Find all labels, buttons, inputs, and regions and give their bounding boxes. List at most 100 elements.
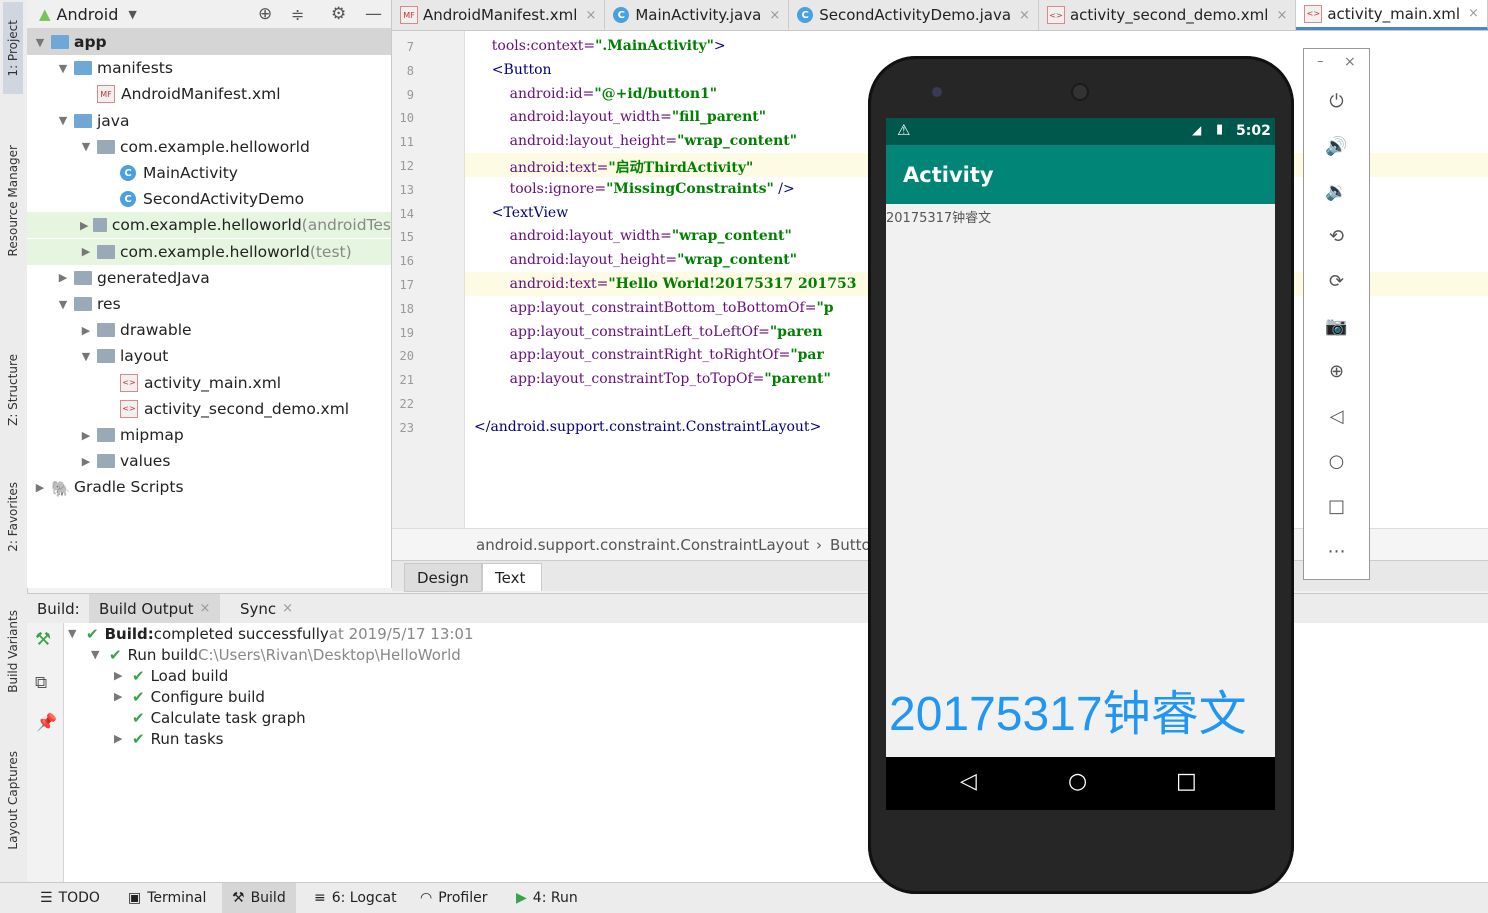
- tree-item[interactable]: ▼ app: [27, 29, 391, 55]
- tree-item[interactable]: <> activity_main.xml: [27, 370, 391, 396]
- tree-item[interactable]: ▶ drawable: [27, 317, 391, 343]
- home-icon[interactable]: ○: [1304, 446, 1369, 476]
- tree-item[interactable]: ▼ com.example.helloworld: [27, 134, 391, 160]
- chevron-right-icon[interactable]: ▶: [56, 271, 70, 284]
- build-variants-tool-tab[interactable]: Build Variants: [3, 596, 23, 706]
- volume-down-icon[interactable]: 🔉: [1304, 176, 1369, 206]
- chevron-down-icon[interactable]: ▼: [91, 648, 109, 661]
- chevron-right-icon[interactable]: ▶: [79, 324, 93, 337]
- close-icon[interactable]: ×: [585, 8, 596, 23]
- tree-item[interactable]: C SecondActivityDemo: [27, 186, 391, 212]
- overview-icon[interactable]: □: [1304, 491, 1369, 521]
- zoom-icon[interactable]: ⊕: [1304, 356, 1369, 386]
- profiler-button[interactable]: ◠ Profiler: [420, 883, 488, 913]
- chevron-right-icon[interactable]: ▶: [79, 429, 93, 442]
- tree-item[interactable]: ▶ com.example.helloworld (test): [27, 238, 391, 265]
- close-icon[interactable]: ×: [200, 601, 211, 616]
- tab-design[interactable]: Design: [404, 563, 482, 592]
- chevron-right-icon[interactable]: ▶: [79, 455, 93, 468]
- breadcrumb-child[interactable]: Butto: [830, 536, 871, 554]
- editor-tab[interactable]: C MainActivity.java ×: [605, 0, 790, 30]
- build-row[interactable]: ✔ Calculate task graph: [114, 707, 306, 728]
- terminal-button[interactable]: ▣ Terminal: [128, 883, 206, 913]
- tree-item-label: activity_main.xml: [144, 373, 282, 392]
- tree-item[interactable]: ▶ com.example.helloworld (androidTes: [27, 212, 391, 239]
- chevron-down-icon[interactable]: ▼: [56, 62, 70, 75]
- build-row[interactable]: ▶ ✔ Run tasks: [114, 728, 224, 749]
- tree-item[interactable]: ▶ generatedJava: [27, 265, 391, 291]
- tree-item[interactable]: ▶ mipmap: [27, 422, 391, 448]
- tab-text[interactable]: Text: [482, 563, 542, 591]
- todo-button[interactable]: ☰ TODO: [40, 883, 100, 913]
- home-icon[interactable]: ○: [1068, 769, 1087, 794]
- run-button[interactable]: ▶ 4: Run: [516, 883, 578, 913]
- tree-item[interactable]: MF AndroidManifest.xml: [27, 81, 391, 107]
- editor-tab[interactable]: <> activity_main.xml ×: [1296, 0, 1488, 30]
- chevron-right-icon[interactable]: ▶: [33, 481, 47, 494]
- tree-item[interactable]: ▼ res: [27, 291, 391, 317]
- chevron-down-icon[interactable]: ▼: [79, 350, 93, 363]
- logcat-button[interactable]: ≡ 6: Logcat: [314, 883, 397, 913]
- volume-up-icon[interactable]: 🔊: [1304, 131, 1369, 161]
- close-icon[interactable]: ×: [769, 8, 780, 23]
- chevron-down-icon[interactable]: ▼: [68, 627, 86, 640]
- pin-icon[interactable]: 📌: [36, 713, 57, 733]
- close-icon[interactable]: ×: [1276, 8, 1287, 23]
- back-icon[interactable]: ◁: [960, 769, 977, 794]
- chevron-right-icon[interactable]: ▶: [79, 245, 93, 258]
- emulator-screen[interactable]: ⚠ ◢ ▮ 5:02 Activity 20175317钟睿文 20175317…: [886, 118, 1275, 810]
- editor-tab[interactable]: C SecondActivityDemo.java ×: [789, 0, 1039, 30]
- toggle-view-icon[interactable]: ⧉: [35, 673, 47, 693]
- chevron-down-icon[interactable]: ▼: [56, 298, 70, 311]
- structure-tool-tab[interactable]: Z: Structure: [3, 340, 23, 440]
- hide-panel-icon[interactable]: —: [365, 4, 382, 24]
- chevron-right-icon[interactable]: ▶: [79, 219, 89, 232]
- resource-manager-tool-tab[interactable]: Resource Manager: [3, 128, 23, 273]
- camera-icon[interactable]: 📷: [1304, 311, 1369, 341]
- build-row[interactable]: ▼ ✔ Run build C:\Users\Rivan\Desktop\Hello…: [91, 644, 461, 665]
- tree-item[interactable]: ▼ manifests: [27, 55, 391, 81]
- project-view-selector[interactable]: Android: [57, 5, 119, 24]
- locate-icon[interactable]: ⊕: [258, 4, 272, 24]
- collapse-all-icon[interactable]: ≑: [291, 5, 304, 24]
- power-icon[interactable]: ⏻: [1304, 86, 1369, 116]
- chevron-right-icon[interactable]: ▶: [114, 669, 132, 682]
- breadcrumb-root[interactable]: android.support.constraint.ConstraintLay…: [476, 536, 809, 554]
- gear-icon[interactable]: ⚙: [331, 4, 346, 24]
- tree-item[interactable]: ▼ java: [27, 108, 391, 134]
- tab-sync[interactable]: Sync ×: [230, 594, 303, 623]
- back-icon[interactable]: ◁: [1304, 401, 1369, 431]
- more-icon[interactable]: ⋯: [1304, 536, 1369, 566]
- layout-captures-tool-tab[interactable]: Layout Captures: [3, 736, 23, 864]
- build-row[interactable]: ▶ ✔ Configure build: [114, 686, 265, 707]
- editor-tab[interactable]: <> activity_second_demo.xml ×: [1039, 0, 1297, 30]
- battery-icon: ▮: [1216, 122, 1224, 137]
- project-tool-tab[interactable]: 1: Project: [3, 2, 23, 94]
- tree-item[interactable]: ▼ layout: [27, 343, 391, 369]
- tree-item[interactable]: ▶ values: [27, 448, 391, 474]
- close-icon[interactable]: ×: [282, 601, 293, 616]
- build-row[interactable]: ▶ ✔ Load build: [114, 665, 228, 686]
- hammer-icon[interactable]: ⚒: [35, 629, 51, 650]
- build-button[interactable]: ⚒ Build: [222, 883, 296, 913]
- close-icon[interactable]: ×: [1019, 8, 1030, 23]
- close-icon[interactable]: ×: [1468, 6, 1479, 21]
- chevron-down-icon[interactable]: ▼: [33, 36, 47, 49]
- close-icon[interactable]: ×: [1344, 54, 1356, 70]
- tree-item[interactable]: <> activity_second_demo.xml: [27, 396, 391, 422]
- favorites-tool-tab[interactable]: 2: Favorites: [3, 468, 23, 566]
- rotate-left-icon[interactable]: ⟲: [1304, 221, 1369, 251]
- tab-build-output[interactable]: Build Output ×: [89, 594, 221, 623]
- tree-item[interactable]: C MainActivity: [27, 160, 391, 186]
- tree-item[interactable]: ▶ 🐘 Gradle Scripts: [27, 474, 391, 500]
- chevron-down-icon[interactable]: ▼: [128, 8, 136, 21]
- editor-tab[interactable]: MF AndroidManifest.xml ×: [392, 0, 606, 30]
- chevron-down-icon[interactable]: ▼: [56, 114, 70, 127]
- build-row[interactable]: ▼ ✔ Build: completed successfully at 2019/…: [68, 623, 474, 644]
- minimize-icon[interactable]: –: [1317, 54, 1324, 69]
- chevron-down-icon[interactable]: ▼: [79, 140, 93, 153]
- chevron-right-icon[interactable]: ▶: [114, 732, 132, 745]
- overview-icon[interactable]: □: [1176, 769, 1197, 794]
- chevron-right-icon[interactable]: ▶: [114, 690, 132, 703]
- rotate-right-icon[interactable]: ⟳: [1304, 266, 1369, 296]
